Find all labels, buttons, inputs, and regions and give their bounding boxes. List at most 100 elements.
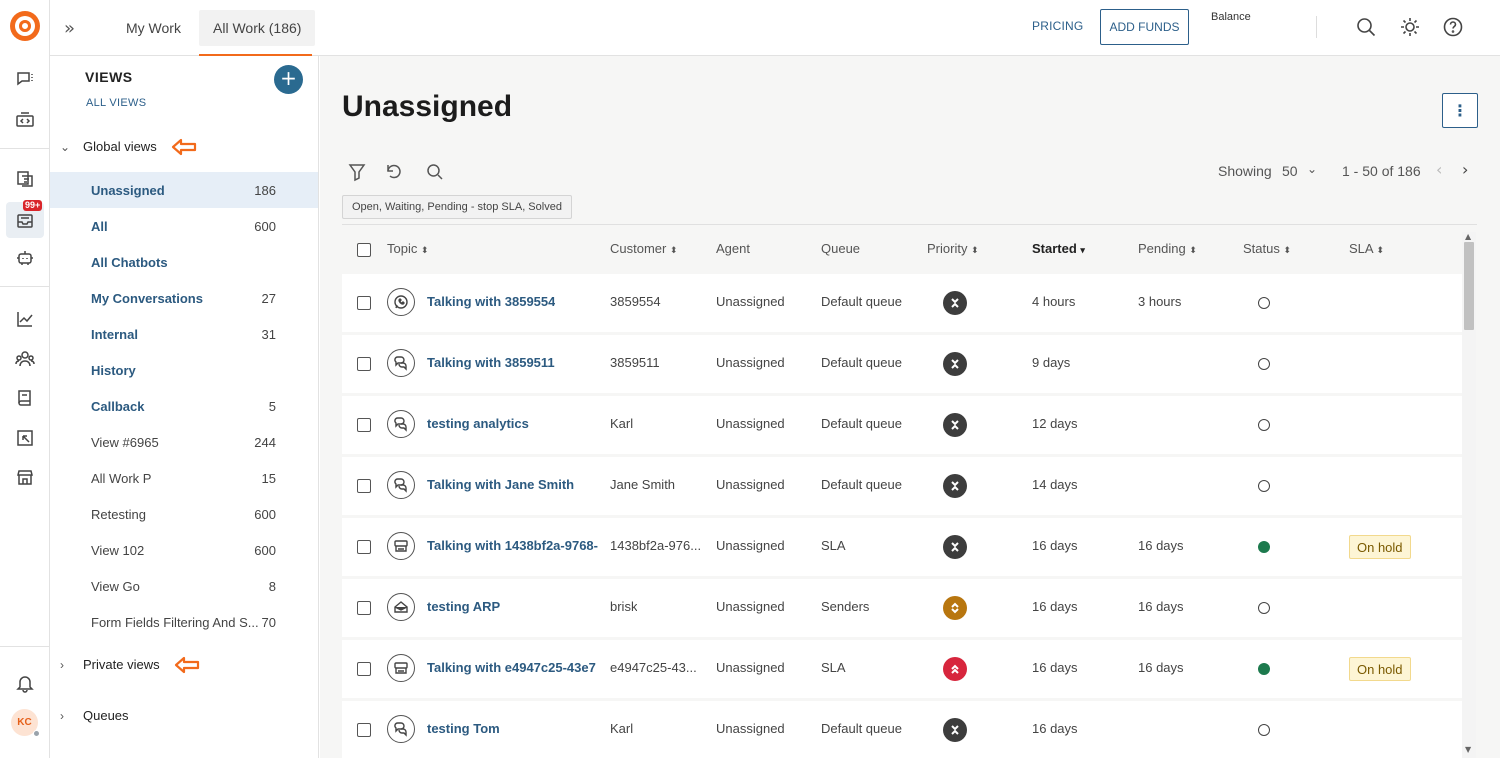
sidebar-view-item[interactable]: History <box>50 352 318 388</box>
topic-link[interactable]: Talking with 1438bf2a-9768- <box>427 538 598 553</box>
sidebar-view-item[interactable]: Retesting 600 <box>50 496 318 532</box>
row-checkbox[interactable] <box>357 357 371 371</box>
column-header-topic[interactable]: Topic ⬍ <box>387 241 429 256</box>
pricing-link[interactable]: PRICING <box>1032 19 1083 33</box>
status-badge: On hold <box>1349 535 1411 559</box>
next-page-icon[interactable]: › <box>1462 160 1468 179</box>
whatsapp-channel-icon <box>387 288 415 316</box>
topic-link[interactable]: testing ARP <box>427 599 500 614</box>
row-checkbox[interactable] <box>357 418 371 432</box>
chat-channel-icon <box>387 715 415 743</box>
sidebar-view-item[interactable]: All Work P 15 <box>50 460 318 496</box>
select-all-checkbox[interactable] <box>357 243 371 257</box>
priority-none-icon <box>943 352 967 376</box>
prev-page-icon[interactable]: ‹ <box>1436 160 1442 179</box>
sidebar-view-item[interactable]: My Conversations 27 <box>50 280 318 316</box>
page-title: Unassigned <box>342 90 513 123</box>
help-icon[interactable] <box>1442 16 1464 38</box>
topic-link[interactable]: Talking with Jane Smith <box>427 477 574 492</box>
customer-cell: Karl <box>610 721 634 736</box>
queue-cell: SLA <box>821 660 846 675</box>
sidebar-view-item[interactable]: View Go 8 <box>50 568 318 604</box>
table-scrollbar[interactable]: ▲ ▼ <box>1462 232 1476 758</box>
topic-link[interactable]: Talking with e4947c25-43e7 <box>427 660 596 675</box>
sidebar-view-item[interactable]: All 600 <box>50 208 318 244</box>
column-header-customer[interactable]: Customer ⬍ <box>610 241 678 256</box>
sidebar-view-label: Internal <box>91 326 138 342</box>
filter-icon[interactable] <box>347 162 367 182</box>
inbox-icon[interactable] <box>13 208 37 232</box>
row-checkbox[interactable] <box>357 479 371 493</box>
portal-icon[interactable] <box>13 426 37 450</box>
table-row[interactable]: testing ARP brisk Unassigned Senders 16 days… <box>342 579 1462 637</box>
brand-logo-icon[interactable] <box>10 11 40 41</box>
conversations-icon[interactable] <box>13 67 37 91</box>
column-header-priority[interactable]: Priority ⬍ <box>927 241 979 256</box>
priority-none-icon <box>943 474 967 498</box>
agent-cell: Unassigned <box>716 538 785 553</box>
sidebar-view-item[interactable]: Form Fields Filtering And S... 70 <box>50 604 318 640</box>
column-header-sla[interactable]: SLA ⬍ <box>1349 241 1384 256</box>
column-header-pending[interactable]: Pending ⬍ <box>1138 241 1197 256</box>
topic-link[interactable]: Talking with 3859511 <box>427 355 555 370</box>
scroll-down-icon[interactable]: ▼ <box>1465 745 1471 754</box>
global-views-toggle[interactable]: ⌄ Global views <box>60 139 157 154</box>
column-header-started[interactable]: Started ▾ <box>1032 241 1085 256</box>
table-row[interactable]: Talking with 1438bf2a-9768- 1438bf2a-976.… <box>342 518 1462 576</box>
priority-medium-icon <box>943 596 967 620</box>
knowledge-icon[interactable] <box>13 167 37 191</box>
topic-link[interactable]: testing analytics <box>427 416 529 431</box>
row-checkbox[interactable] <box>357 601 371 615</box>
sidebar-view-item[interactable]: View #6965 244 <box>50 424 318 460</box>
bell-icon[interactable] <box>13 671 37 695</box>
left-rail: 99+ KC <box>0 0 50 758</box>
page-size-select[interactable]: 50 <box>1282 163 1298 179</box>
row-checkbox[interactable] <box>357 723 371 737</box>
table-row[interactable]: Talking with e4947c25-43e7 e4947c25-43...… <box>342 640 1462 698</box>
bot-icon[interactable] <box>13 246 37 270</box>
scroll-up-icon[interactable]: ▲ <box>1465 232 1471 241</box>
expand-sidebar-icon[interactable]: » <box>64 18 75 39</box>
sidebar-view-item[interactable]: Callback 5 <box>50 388 318 424</box>
row-checkbox[interactable] <box>357 296 371 310</box>
private-views-toggle[interactable]: › Private views <box>60 657 160 672</box>
add-funds-button[interactable]: ADD FUNDS <box>1100 9 1189 45</box>
table-row[interactable]: Talking with Jane Smith Jane Smith Unassig… <box>342 457 1462 515</box>
sidebar-view-item[interactable]: View 102 600 <box>50 532 318 568</box>
queues-label: Queues <box>83 708 129 723</box>
queues-toggle[interactable]: › Queues <box>60 708 129 723</box>
book-icon[interactable] <box>13 386 37 410</box>
contacts-icon[interactable] <box>13 347 37 371</box>
code-icon[interactable] <box>13 108 37 132</box>
table-row[interactable]: Talking with 3859554 3859554 Unassigned Def… <box>342 274 1462 332</box>
chevron-down-icon[interactable]: ⌄ <box>1307 162 1317 176</box>
store-icon[interactable] <box>13 465 37 489</box>
reset-icon[interactable] <box>384 162 404 182</box>
column-header-status[interactable]: Status ⬍ <box>1243 241 1291 256</box>
sidebar-view-item[interactable]: All Chatbots <box>50 244 318 280</box>
table-row[interactable]: testing analytics Karl Unassigned Default q… <box>342 396 1462 454</box>
search-icon[interactable] <box>1355 16 1377 38</box>
sidebar-view-item[interactable]: Internal 31 <box>50 316 318 352</box>
all-views-link[interactable]: ALL VIEWS <box>86 97 146 109</box>
status-filter-chip[interactable]: Open, Waiting, Pending - stop SLA, Solve… <box>342 195 572 219</box>
row-checkbox[interactable] <box>357 662 371 676</box>
scrollbar-thumb[interactable] <box>1464 242 1474 330</box>
topic-link[interactable]: testing Tom <box>427 721 500 736</box>
topic-link[interactable]: Talking with 3859554 <box>427 294 555 309</box>
customer-cell: brisk <box>610 599 638 614</box>
search-icon[interactable] <box>425 162 445 182</box>
sidebar-view-label: History <box>91 362 136 378</box>
row-checkbox[interactable] <box>357 540 371 554</box>
chat-channel-icon <box>387 471 415 499</box>
sidebar-view-item[interactable]: Unassigned 186 <box>50 172 318 208</box>
table-row[interactable]: testing Tom Karl Unassigned Default queue 16… <box>342 701 1462 758</box>
more-options-button[interactable]: ⋮ <box>1442 93 1478 128</box>
tab-my-work[interactable]: My Work <box>112 10 195 46</box>
sun-icon[interactable] <box>1399 16 1421 38</box>
add-view-button[interactable]: + <box>274 65 303 94</box>
analytics-icon[interactable] <box>13 307 37 331</box>
table-row[interactable]: Talking with 3859511 3859511 Unassigned Def… <box>342 335 1462 393</box>
showing-label: Showing <box>1218 163 1272 179</box>
tab-all-work[interactable]: All Work (186) <box>199 10 316 46</box>
